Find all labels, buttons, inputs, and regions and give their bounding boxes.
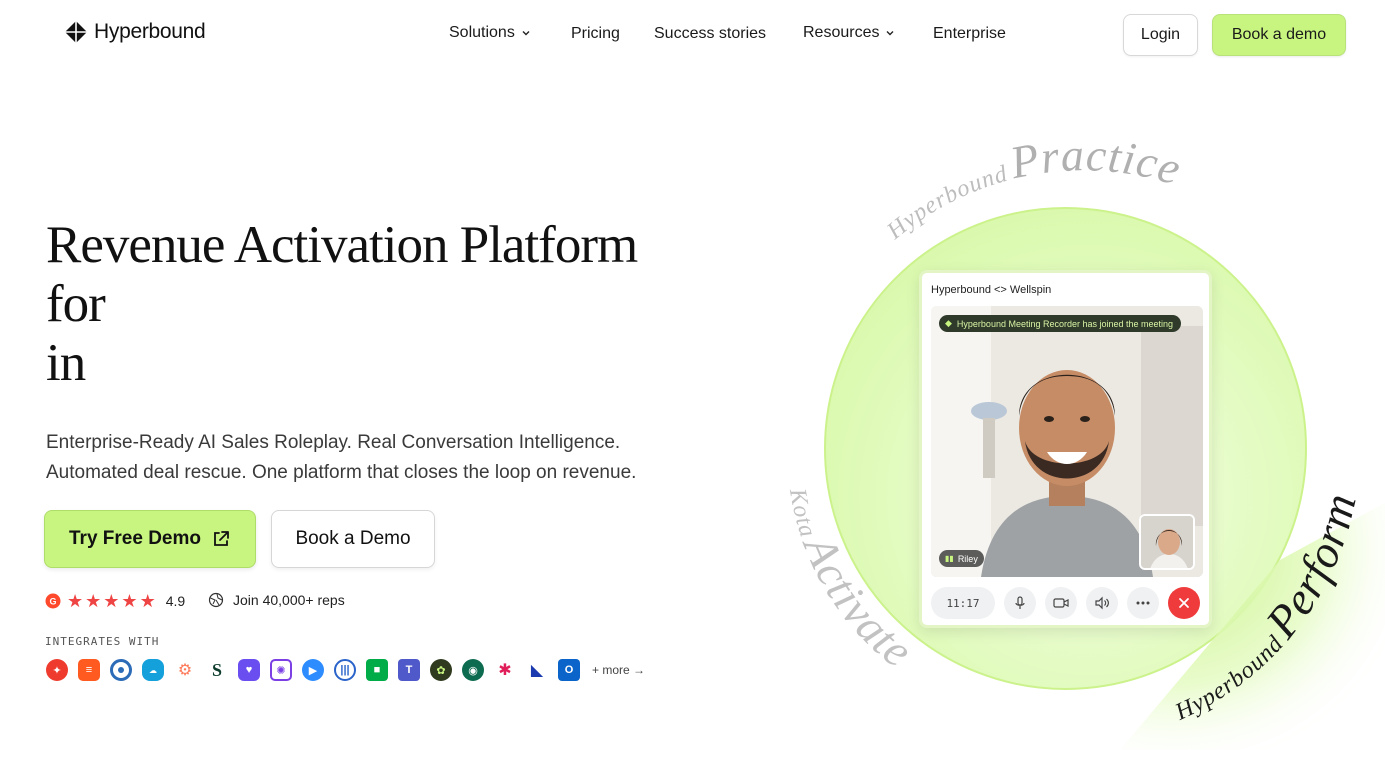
zoom-icon: ▶	[302, 659, 324, 681]
logo-text: Hyperbound	[94, 20, 206, 43]
integration-14-icon: ◉	[462, 659, 484, 681]
salesforce-icon: ☁	[142, 659, 164, 681]
g2-icon: G	[45, 593, 61, 609]
nav-solutions[interactable]: Solutions	[449, 24, 531, 42]
curved-activate-prefix: Kota	[784, 486, 821, 541]
gong-icon	[110, 659, 132, 681]
more-dots-icon	[1136, 601, 1150, 605]
nav-enterprise[interactable]: Enterprise	[933, 25, 1006, 43]
star-icon: ★	[139, 591, 156, 611]
more-options-button[interactable]	[1127, 587, 1159, 619]
curved-practice-prefix: Hyperbound	[882, 161, 1011, 245]
integrates-label: INTEGRATES WITH	[45, 635, 160, 648]
microphone-icon	[1015, 596, 1025, 609]
g2-rating: G ★ ★ ★ ★ ★ 4.9	[45, 592, 185, 610]
svg-text:Kota Activate: Kota Activate	[784, 486, 923, 678]
try-free-demo-button[interactable]: Try Free Demo	[44, 510, 256, 568]
vidyard-icon: ♥	[238, 659, 260, 681]
nav-resources[interactable]: Resources	[803, 24, 895, 42]
video-feed: ◆ Hyperbound Meeting Recorder has joined…	[931, 306, 1203, 577]
star-icon: ★	[121, 591, 138, 611]
audio-level-icon: ▮▮	[945, 554, 954, 563]
participant-label: ▮▮ Riley	[939, 550, 984, 567]
salesloft-icon: S	[206, 659, 228, 681]
external-link-icon	[214, 531, 229, 546]
participant-name: Riley	[957, 553, 978, 564]
curved-perform: Perform	[1255, 488, 1366, 648]
headline-line: in	[46, 334, 86, 392]
google-meet-icon: ■	[366, 659, 388, 681]
curved-practice: Practice	[1005, 130, 1187, 195]
camera-button[interactable]	[1045, 587, 1077, 619]
more-integrations-link[interactable]: + more →	[592, 663, 645, 677]
book-demo-header-button[interactable]: Book a demo	[1212, 14, 1346, 56]
slack-icon: ✱	[494, 659, 516, 681]
nav-label: Solutions	[449, 24, 515, 41]
nav-label: Pricing	[571, 25, 620, 42]
apollo-icon: ✦	[46, 659, 68, 681]
self-view-avatar	[1141, 516, 1193, 568]
rating-value: 4.9	[165, 593, 186, 609]
call-controls: 11:17	[931, 586, 1203, 620]
hubspot-icon: ⚙	[174, 659, 196, 681]
meeting-title: Hyperbound <> Wellspin	[931, 284, 1052, 296]
recorder-notice-text: Hyperbound Meeting Recorder has joined t…	[956, 318, 1174, 329]
hero-headline: Revenue Activation Platform for in	[46, 216, 726, 393]
mic-button[interactable]	[1004, 587, 1036, 619]
hyperbound-logo-icon	[65, 21, 87, 43]
integration-13-icon: ✿	[430, 659, 452, 681]
recorder-notice: ◆ Hyperbound Meeting Recorder has joined…	[939, 315, 1182, 332]
speaker-button[interactable]	[1086, 587, 1118, 619]
video-camera-icon	[1053, 598, 1069, 608]
nav-label: Resources	[803, 24, 880, 41]
subtext-line: Automated deal rescue. One platform that…	[46, 462, 637, 483]
try-free-demo-label: Try Free Demo	[69, 528, 201, 549]
hero-subtext: Enterprise-Ready AI Sales Roleplay. Real…	[46, 428, 746, 488]
nav-pricing[interactable]: Pricing	[571, 25, 620, 43]
star-icon: ★	[103, 591, 120, 611]
outreach-icon: ≡	[78, 659, 100, 681]
outlook-icon: O	[558, 659, 580, 681]
curved-perform-prefix: Hyperbound	[1171, 631, 1289, 726]
teams-icon: T	[398, 659, 420, 681]
globe-icon	[208, 592, 224, 608]
meeting-card: Hyperbound <> Wellspin ◆ Hyperbound Meet…	[919, 270, 1212, 628]
chevron-down-icon	[886, 31, 894, 36]
logo[interactable]: Hyperbound	[64, 20, 206, 44]
join-reps: Join 40,000+ reps	[208, 592, 345, 608]
headline-line: for	[46, 275, 106, 333]
close-icon	[1179, 598, 1189, 608]
end-call-button[interactable]	[1168, 587, 1200, 619]
subtext-line: Enterprise-Ready AI Sales Roleplay. Real…	[46, 432, 621, 453]
svg-text:Hyperbound Practice: Hyperbound Practice	[882, 130, 1188, 245]
login-button[interactable]: Login	[1123, 14, 1198, 56]
chorus-icon: |||	[334, 659, 356, 681]
book-a-demo-button[interactable]: Book a Demo	[271, 510, 435, 568]
join-text: Join 40,000+ reps	[233, 592, 345, 608]
dynamics-icon: ◣	[526, 659, 548, 681]
clari-icon: ✺	[270, 659, 292, 681]
curved-activate: Activate	[793, 525, 923, 677]
site-header: Hyperbound Solutions Pricing Success sto…	[0, 0, 1385, 68]
speaker-icon	[1095, 596, 1109, 610]
star-rating: ★ ★ ★ ★ ★	[67, 592, 156, 610]
star-icon: ★	[85, 591, 102, 611]
star-icon: ★	[67, 591, 84, 611]
self-view	[1139, 514, 1195, 570]
nav-label: Success stories	[654, 25, 767, 42]
recorder-icon: ◆	[945, 318, 952, 328]
headline-line: Revenue Activation Platform	[46, 216, 638, 274]
integration-logos: ✦ ≡ ☁ ⚙ S ♥ ✺ ▶ ||| ■ T ✿ ◉ ✱ ◣ O + more…	[46, 659, 645, 681]
nav-success-stories[interactable]: Success stories	[654, 25, 766, 43]
chevron-down-icon	[522, 31, 530, 36]
nav-label: Enterprise	[933, 25, 1006, 42]
svg-text:G: G	[49, 597, 56, 607]
call-timer: 11:17	[931, 587, 995, 619]
